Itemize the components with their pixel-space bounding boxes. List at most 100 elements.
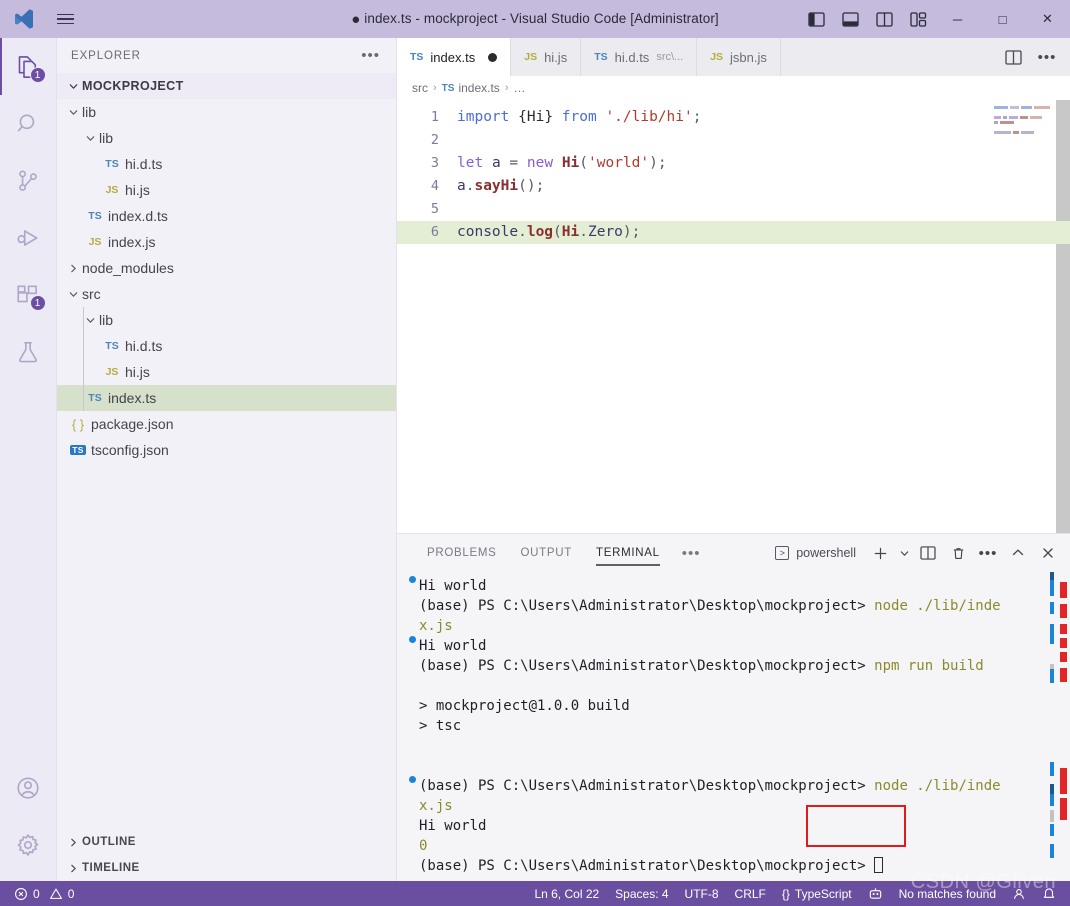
activity-item-search[interactable] — [0, 95, 57, 152]
terminal-text: > tsc — [419, 718, 462, 734]
editor-area[interactable]: 1 import {Hi} from './lib/hi'; 2 3 let a = n… — [397, 100, 1070, 533]
ts-file-icon: TS — [105, 340, 119, 352]
code-line[interactable]: 6 console.log(Hi.Zero); — [397, 221, 1070, 244]
toggle-panel-icon[interactable] — [833, 0, 867, 38]
editor-tab-hi-d-ts[interactable]: TS hi.d.ts src\... — [581, 38, 698, 76]
editor-tab-index-ts[interactable]: TS index.ts — [397, 38, 512, 76]
split-terminal-button[interactable] — [914, 538, 942, 568]
tree-item-index-d-ts[interactable]: TS index.d.ts — [57, 203, 396, 229]
tree-item-label: hi.d.ts — [125, 338, 163, 354]
tree-item-tsconfig-json[interactable]: TS tsconfig.json — [57, 437, 396, 463]
terminal-dropdown-button[interactable] — [896, 538, 912, 568]
breadcrumb-item[interactable]: … — [513, 81, 525, 95]
terminal-more-actions-icon[interactable]: ••• — [974, 538, 1002, 568]
status-notifications-icon[interactable] — [1034, 881, 1064, 906]
status-encoding[interactable]: UTF-8 — [677, 881, 727, 906]
maximize-button[interactable]: □ — [980, 0, 1025, 38]
json-file-icon: { } — [71, 416, 85, 432]
code-line[interactable]: 3 let a = new Hi('world'); — [397, 152, 1070, 175]
editor-tab-hi-js[interactable]: JS hi.js — [511, 38, 582, 76]
terminal-output[interactable]: Hi world (base) PS C:\Users\Administrator… — [397, 572, 1070, 881]
tree-item-hi-js[interactable]: JS hi.js — [57, 177, 396, 203]
tree-item-label: index.js — [108, 234, 156, 250]
chevron-down-icon — [65, 81, 82, 92]
activity-item-run-and-debug[interactable] — [0, 209, 57, 266]
tree-item-src[interactable]: src — [57, 281, 396, 307]
ts-file-icon: TS — [441, 82, 455, 94]
tree-item-node_modules[interactable]: node_modules — [57, 255, 396, 281]
close-button[interactable]: ✕ — [1025, 0, 1070, 38]
code-line[interactable]: 5 — [397, 198, 1070, 221]
panel-tab-terminal[interactable]: TERMINAL — [584, 534, 672, 572]
panel-tab-output[interactable]: OUTPUT — [509, 534, 584, 572]
toggle-primary-sidebar-icon[interactable] — [799, 0, 833, 38]
panel-tab-problems[interactable]: PROBLEMS — [415, 534, 509, 572]
tree-item-hi-d-ts[interactable]: TS hi.d.ts — [57, 151, 396, 177]
terminal-scrollbar[interactable] — [1046, 572, 1070, 881]
code-token: ; — [692, 109, 702, 125]
command-marker-icon — [405, 776, 419, 783]
activity-item-accounts[interactable] — [0, 759, 57, 816]
activity-item-source-control[interactable] — [0, 152, 57, 209]
editor-tab-jsbn-js[interactable]: JS jsbn.js — [697, 38, 781, 76]
status-remote-icon[interactable] — [1004, 881, 1034, 906]
sidebar-section-timeline[interactable]: TIMELINE — [57, 855, 396, 881]
dirty-indicator: ● — [351, 10, 361, 28]
status-indentation[interactable]: Spaces: 4 — [607, 881, 676, 906]
status-eol[interactable]: CRLF — [727, 881, 774, 906]
status-cursor-position[interactable]: Ln 6, Col 22 — [526, 881, 607, 906]
tree-item-lib[interactable]: lib — [57, 99, 396, 125]
code-line[interactable]: 1 import {Hi} from './lib/hi'; — [397, 106, 1070, 129]
toggle-secondary-sidebar-icon[interactable] — [867, 0, 901, 38]
sidebar-section-outline[interactable]: OUTLINE — [57, 829, 396, 855]
code-token: . — [518, 224, 527, 240]
code-token: Zero — [587, 224, 623, 240]
tree-item-label: node_modules — [82, 260, 174, 276]
explorer-more-actions-icon[interactable]: ••• — [353, 47, 388, 64]
tree-item-hi-d-ts[interactable]: TS hi.d.ts — [57, 333, 396, 359]
tree-item-index-js[interactable]: JS index.js — [57, 229, 396, 255]
activity-item-settings[interactable] — [0, 816, 57, 873]
status-language-mode[interactable]: {} TypeScript — [774, 881, 860, 906]
robot-icon — [869, 888, 881, 899]
status-search-result[interactable]: No matches found — [891, 881, 1004, 906]
menu-hamburger-icon[interactable] — [48, 13, 82, 25]
breadcrumb-item[interactable]: TS index.ts — [442, 81, 500, 95]
code-token: log — [526, 224, 554, 240]
warning-icon — [49, 888, 62, 899]
breadcrumb-item[interactable]: src — [412, 81, 428, 95]
customize-layout-icon[interactable] — [901, 0, 935, 38]
terminal-selector[interactable]: > powershell — [767, 546, 864, 560]
tree-item-lib[interactable]: lib — [57, 307, 396, 333]
code-token: . — [579, 224, 588, 240]
panel-more-tabs-icon[interactable]: ••• — [672, 545, 711, 562]
split-editor-right-icon[interactable] — [998, 38, 1028, 76]
activity-item-extensions[interactable]: 1 — [0, 266, 57, 323]
minimize-button[interactable]: ─ — [935, 0, 980, 38]
code-editor[interactable]: 1 import {Hi} from './lib/hi'; 2 3 let a = n… — [397, 100, 1070, 244]
activity-item-testing[interactable] — [0, 323, 57, 380]
code-line[interactable]: 4 a.sayHi(); — [397, 175, 1070, 198]
tree-item-lib[interactable]: lib — [57, 125, 396, 151]
status-gitlens-icon[interactable] — [860, 881, 891, 906]
terminal-name: powershell — [796, 546, 856, 560]
more-editor-actions-icon[interactable]: ••• — [1032, 38, 1062, 76]
new-terminal-button[interactable] — [866, 538, 894, 568]
tree-item-hi-js[interactable]: JS hi.js — [57, 359, 396, 385]
terminal-line: Hi world — [405, 576, 1070, 596]
tree-root-mockproject[interactable]: MOCKPROJECT — [57, 73, 396, 99]
maximize-panel-button[interactable] — [1004, 538, 1032, 568]
explorer-header: EXPLORER ••• — [57, 38, 396, 73]
code-line[interactable]: 2 — [397, 129, 1070, 152]
activity-item-explorer[interactable]: 1 — [0, 38, 57, 95]
extensions-badge: 1 — [29, 295, 46, 311]
status-problems[interactable]: 0 0 — [6, 881, 82, 906]
close-panel-button[interactable] — [1034, 538, 1062, 568]
kill-terminal-button[interactable] — [944, 538, 972, 568]
tab-dirty-indicator[interactable] — [488, 52, 498, 62]
tree-item-package-json[interactable]: { } package.json — [57, 411, 396, 437]
tree-item-index-ts[interactable]: TS index.ts — [57, 385, 396, 411]
